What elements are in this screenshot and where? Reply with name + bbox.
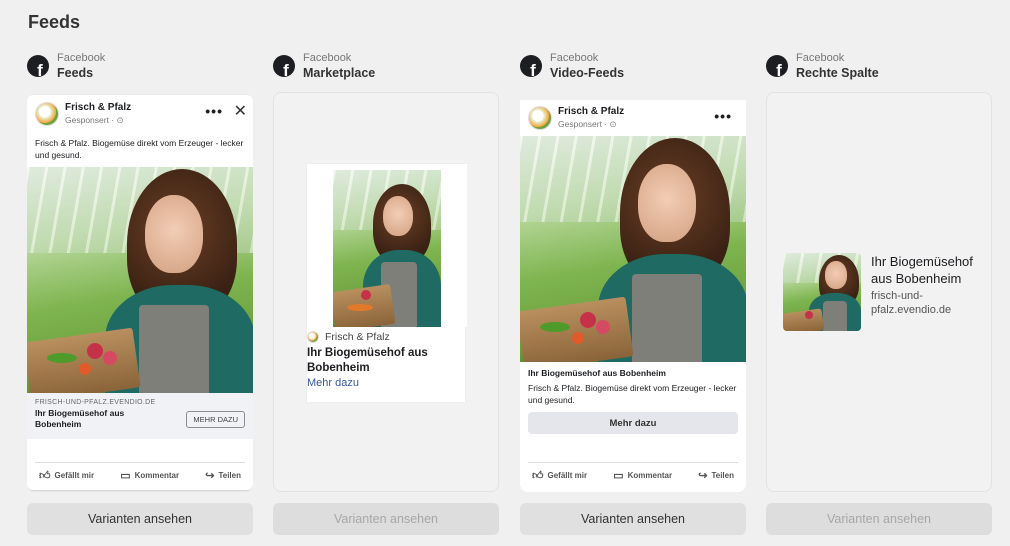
ad-image	[520, 136, 746, 362]
ad-header: Frisch & Pfalz Gesponsert · ⊙ ••• ✕	[27, 95, 253, 133]
cta-area: FRISCH-UND-PFALZ.EVENDIO.DE Ihr Biogemüs…	[27, 393, 253, 439]
placement-header: f Facebook Feeds	[27, 48, 253, 84]
placement-provider: Facebook	[57, 52, 106, 64]
preview-frame: Frisch & Pfalz Gesponsert · ⊙ ••• Ihr Bi…	[520, 92, 746, 492]
avatar	[307, 331, 319, 343]
marketplace-ad-preview: Frisch & Pfalz Ihr Biogemüsehof aus Bobe…	[306, 163, 467, 403]
comment-icon: ▭	[613, 470, 624, 482]
ad-domain: FRISCH-UND-PFALZ.EVENDIO.DE	[35, 399, 156, 406]
like-button[interactable]: 👍︎ Gefällt mir	[39, 469, 94, 482]
share-button[interactable]: ↪ Teilen	[698, 469, 734, 482]
placement-right-column: f Facebook Rechte Spalte Ihr Biogemüseho…	[766, 48, 992, 535]
ad-headline: Ihr Biogemüsehof aus Bobenheim	[307, 347, 428, 374]
reaction-bar: 👍︎ Gefällt mir ▭ Kommentar ↪ Teilen	[35, 462, 245, 482]
placement-name: Marketplace	[303, 66, 376, 80]
close-icon[interactable]: ✕	[234, 101, 247, 121]
placement-marketplace: f Facebook Marketplace Frisch & Pfalz Ih…	[273, 48, 499, 535]
placement-provider: Facebook	[550, 52, 599, 64]
share-icon: ↪	[205, 470, 215, 482]
placement-header: f Facebook Rechte Spalte	[766, 48, 992, 84]
primary-text: Frisch & Pfalz. Biogemüse direkt vom Erz…	[35, 138, 244, 160]
ad-domain: frisch-und-pfalz.evendio.de	[871, 290, 952, 316]
placement-provider: Facebook	[796, 52, 845, 64]
thumbs-up-icon: 👍︎	[39, 470, 51, 482]
thumbs-up-icon: 👍︎	[532, 470, 544, 482]
right-column-ad-preview: Ihr Biogemüsehof aus Bobenheim frisch-un…	[783, 253, 981, 331]
sponsored-label: Gesponsert · ⊙	[558, 119, 617, 129]
view-variants-button: Varianten ansehen	[273, 503, 499, 535]
placement-video-feeds: f Facebook Video-Feeds Frisch & Pfalz Ge…	[520, 48, 746, 535]
placement-header: f Facebook Marketplace	[273, 48, 499, 84]
more-dots-icon[interactable]: •••	[205, 103, 223, 119]
page-name: Frisch & Pfalz	[65, 102, 132, 113]
page-brand: Frisch & Pfalz	[307, 331, 465, 343]
like-button[interactable]: 👍︎ Gefällt mir	[532, 469, 587, 482]
comment-button[interactable]: ▭ Kommentar	[120, 469, 179, 482]
reaction-bar: 👍︎ Gefällt mir ▭ Kommentar ↪ Teilen	[528, 462, 738, 482]
ad-header: Frisch & Pfalz Gesponsert · ⊙ •••	[520, 100, 746, 136]
ad-headline: Ihr Biogemüsehof aus Bobenheim	[528, 368, 666, 378]
page-name: Frisch & Pfalz	[558, 106, 625, 117]
mehr-dazu-button[interactable]: MEHR DAZU	[186, 411, 245, 428]
mehr-dazu-link[interactable]: Mehr dazu	[307, 377, 465, 389]
mehr-dazu-button[interactable]: Mehr dazu	[528, 412, 738, 434]
facebook-logo-icon: f	[520, 55, 542, 77]
placement-name: Rechte Spalte	[796, 66, 879, 80]
placement-feeds: f Facebook Feeds Frisch & Pfalz Gesponse…	[27, 48, 253, 535]
view-variants-button[interactable]: Varianten ansehen	[520, 503, 746, 535]
placement-header: f Facebook Video-Feeds	[520, 48, 746, 84]
facebook-logo-icon: f	[27, 55, 49, 77]
placement-name: Feeds	[57, 66, 94, 80]
share-icon: ↪	[698, 470, 708, 482]
facebook-logo-icon: f	[273, 55, 295, 77]
sponsored-label: Gesponsert · ⊙	[65, 115, 124, 125]
video-feed-ad-preview: Frisch & Pfalz Gesponsert · ⊙ ••• Ihr Bi…	[520, 100, 746, 492]
preview-frame: Frisch & Pfalz Ihr Biogemüsehof aus Bobe…	[273, 92, 499, 492]
avatar	[35, 102, 59, 126]
more-dots-icon[interactable]: •••	[714, 108, 732, 124]
feed-ad-preview: Frisch & Pfalz Gesponsert · ⊙ ••• ✕ Fris…	[27, 95, 253, 490]
comment-icon: ▭	[120, 470, 131, 482]
preview-frame: Frisch & Pfalz Gesponsert · ⊙ ••• ✕ Fris…	[27, 92, 253, 492]
avatar	[528, 106, 552, 130]
share-button[interactable]: ↪ Teilen	[205, 469, 241, 482]
section-title: Feeds	[28, 12, 81, 32]
preview-frame: Ihr Biogemüsehof aus Bobenheim frisch-un…	[766, 92, 992, 492]
view-variants-button[interactable]: Varianten ansehen	[27, 503, 253, 535]
ad-image	[333, 170, 441, 327]
ad-image	[27, 167, 253, 393]
ad-image	[783, 253, 861, 331]
ad-headline: Ihr Biogemüsehof aus Bobenheim	[871, 254, 973, 286]
facebook-logo-icon: f	[766, 55, 788, 77]
placement-provider: Facebook	[303, 52, 352, 64]
ad-headline: Ihr Biogemüsehof aus Bobenheim	[35, 408, 125, 429]
primary-text: Frisch & Pfalz. Biogemüse direkt vom Erz…	[528, 383, 737, 405]
comment-button[interactable]: ▭ Kommentar	[613, 469, 672, 482]
view-variants-button: Varianten ansehen	[766, 503, 992, 535]
placement-name: Video-Feeds	[550, 66, 625, 80]
